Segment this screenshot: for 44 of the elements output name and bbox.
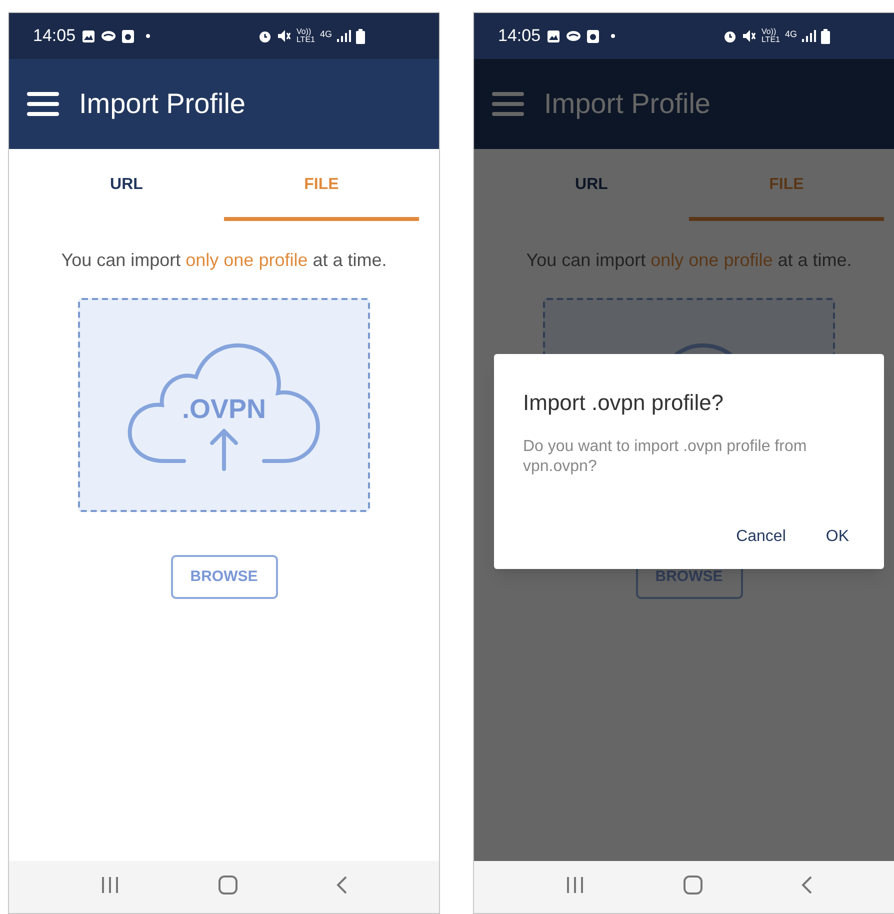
dot-icon bbox=[146, 34, 150, 38]
tab[interactable]: FILE bbox=[224, 149, 419, 221]
alarm-icon bbox=[723, 29, 738, 43]
recent-apps-icon[interactable] bbox=[565, 876, 585, 894]
dialog-button[interactable]: OK bbox=[826, 525, 849, 549]
dot-icon bbox=[610, 34, 615, 38]
recent-apps-icon[interactable] bbox=[100, 876, 120, 894]
tab[interactable]: URL bbox=[494, 149, 689, 221]
signal-icon bbox=[802, 30, 816, 42]
back-icon[interactable] bbox=[336, 875, 348, 895]
battery-icon bbox=[821, 28, 830, 44]
back-icon[interactable] bbox=[801, 875, 813, 895]
dialog-title: Import .ovpn profile? bbox=[523, 389, 725, 417]
lte-label: LTE1 bbox=[761, 36, 780, 44]
dialog-button[interactable]: Cancel bbox=[736, 525, 786, 549]
lte-label: LTE1 bbox=[296, 36, 315, 44]
alarm-icon bbox=[258, 29, 272, 43]
home-icon[interactable] bbox=[683, 875, 703, 895]
screen-title: Import Profile bbox=[79, 87, 246, 121]
mute-icon bbox=[277, 29, 292, 43]
tab[interactable]: URL bbox=[29, 149, 224, 221]
tab[interactable]: FILE bbox=[689, 149, 884, 221]
image-icon bbox=[546, 30, 560, 42]
clock-time: 14:05 bbox=[498, 25, 541, 48]
dialog-message: Do you want to import .ovpn profile from vpn.ovpn? bbox=[523, 437, 808, 477]
menu-icon[interactable] bbox=[27, 92, 59, 116]
home-icon[interactable] bbox=[218, 875, 238, 895]
record-icon bbox=[122, 30, 134, 42]
battery-icon bbox=[356, 28, 365, 44]
notice-text: You can import only one profile at a time. bbox=[61, 249, 387, 272]
notice-text: You can import only one profile at a time. bbox=[526, 249, 852, 272]
clock-time: 14:05 bbox=[33, 25, 76, 48]
browse-button[interactable]: BROWSE bbox=[170, 555, 278, 599]
file-type-label: .OVPN bbox=[180, 393, 268, 426]
signal-icon bbox=[337, 30, 351, 42]
image-icon bbox=[82, 30, 95, 42]
screen-title: Import Profile bbox=[544, 87, 710, 121]
mute-icon bbox=[742, 29, 756, 43]
network-type: 4G bbox=[320, 29, 332, 39]
volte-label: Vo)) bbox=[296, 28, 312, 36]
volte-label: Vo)) bbox=[761, 28, 778, 36]
network-type: 4G bbox=[784, 29, 797, 39]
record-icon bbox=[586, 30, 599, 42]
upload-drop-zone[interactable]: .OVPN bbox=[78, 298, 370, 512]
